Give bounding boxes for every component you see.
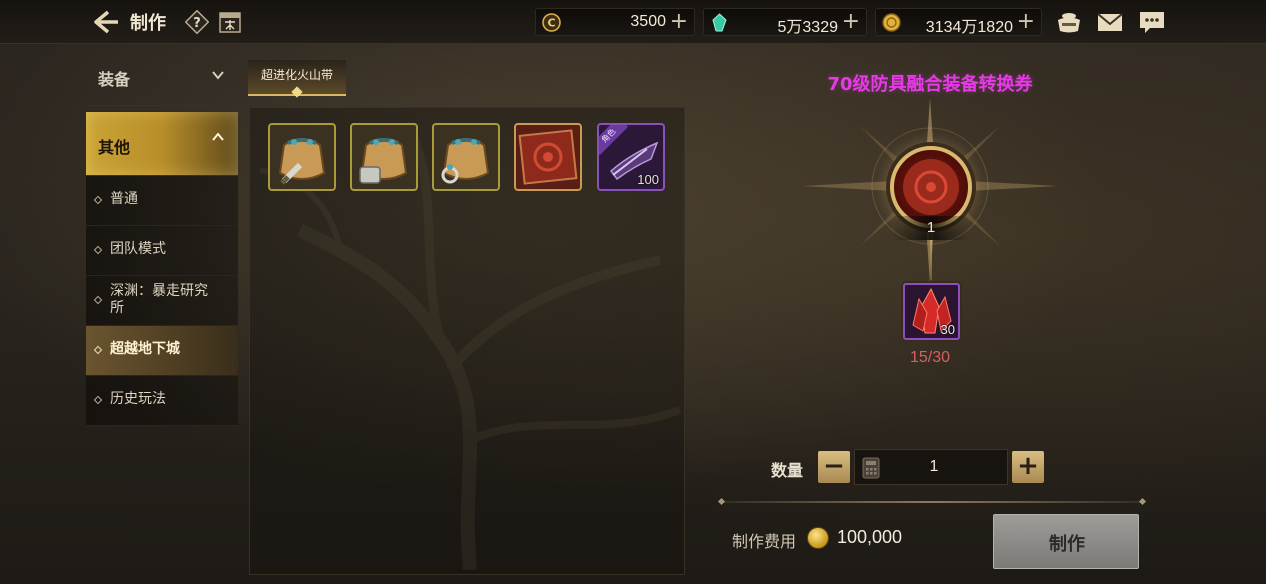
- currency-gold: 3134万1820 +: [875, 8, 1042, 36]
- category-label: 装备: [98, 70, 131, 89]
- sidebar-item-abyss-lab[interactable]: 深渊：暴走研究所: [86, 276, 238, 326]
- sidebar-item-label: 超越地下城: [110, 341, 180, 357]
- currency-crystal: 5万3329 +: [703, 8, 867, 36]
- craftable-item-grid: 角色 100: [249, 107, 685, 575]
- red-voucher-scroll-icon: [903, 159, 959, 215]
- currency-value: 3134万1820: [925, 19, 1013, 36]
- help-icon[interactable]: ?: [185, 10, 209, 34]
- item-slot-voucher[interactable]: [514, 123, 582, 191]
- tab-label: 超进化火山带: [260, 68, 333, 82]
- currency-value: 5万3329: [777, 19, 839, 36]
- category-other[interactable]: 其他: [86, 112, 238, 176]
- quantity-decrease-button[interactable]: −: [818, 451, 850, 483]
- red-voucher-scroll-icon: [518, 129, 578, 185]
- craft-button-label: 制作: [1049, 534, 1085, 555]
- treasure-bag-ring-icon: [441, 138, 490, 184]
- quantity-label: 数量: [771, 461, 804, 480]
- selected-item-title: 70级防具融合装备转换券: [827, 74, 1033, 95]
- recipe-connector-line: [930, 240, 932, 280]
- currency-value: 3500: [630, 13, 666, 30]
- craft-cost-value: 100,000: [837, 527, 903, 547]
- pot-icon[interactable]: [1055, 9, 1083, 35]
- gold-coin-icon: [807, 527, 829, 549]
- diamond-bullet-icon: [93, 395, 103, 405]
- gold-coin-icon: [882, 13, 901, 32]
- item-slot-bag-ring[interactable]: [432, 123, 500, 191]
- category-equipment[interactable]: 装备: [86, 50, 238, 106]
- sidebar-item-label: 团队模式: [110, 241, 166, 257]
- diamond-bullet-icon: [93, 345, 103, 355]
- add-ceras-button[interactable]: +: [670, 9, 688, 35]
- item-slot-bag-armor[interactable]: [350, 123, 418, 191]
- material-quantity: 30: [940, 322, 955, 337]
- mail-icon[interactable]: [1096, 9, 1124, 35]
- minus-icon: −: [823, 451, 845, 481]
- sidebar-item-raid-mode[interactable]: 团队模式: [86, 226, 238, 276]
- craft-button[interactable]: 制作: [993, 514, 1139, 569]
- output-count: 1: [926, 219, 936, 236]
- svg-text:C: C: [547, 17, 555, 30]
- plus-icon: +: [1017, 451, 1039, 481]
- sidebar-item-label: 深渊：暴走研究所: [110, 283, 208, 316]
- divider-end-ornament: [717, 497, 726, 506]
- material-progress: 15/30: [909, 349, 951, 366]
- divider-end-ornament: [1138, 497, 1147, 506]
- quantity-input[interactable]: 1: [854, 449, 1008, 485]
- section-divider: [717, 497, 1147, 506]
- chevron-up-icon: [212, 132, 224, 141]
- craft-cost-label: 制作费用: [732, 532, 797, 551]
- sidebar-item-history-mode[interactable]: 历史玩法: [86, 376, 238, 426]
- category-label: 其他: [98, 138, 131, 157]
- item-quantity: 100: [637, 172, 659, 187]
- ceras-coin-icon: C: [542, 13, 561, 32]
- sidebar-item-label: 普通: [110, 191, 138, 207]
- diamond-bullet-icon: [93, 295, 103, 305]
- item-slot-gear[interactable]: 角色 100: [597, 123, 665, 191]
- chat-icon[interactable]: [1138, 9, 1166, 35]
- back-arrow-icon[interactable]: [92, 9, 120, 35]
- calculator-icon[interactable]: [862, 457, 880, 479]
- quantity-increase-button[interactable]: +: [1012, 451, 1044, 483]
- page-title: 制作: [130, 13, 166, 34]
- diamond-bullet-icon: [93, 195, 103, 205]
- item-slot-bag-sword[interactable]: [268, 123, 336, 191]
- add-gold-button[interactable]: +: [1017, 9, 1035, 35]
- svg-text:?: ?: [193, 16, 201, 31]
- tab-volcano-zone[interactable]: 超进化火山带: [248, 60, 346, 98]
- calendar-icon[interactable]: [218, 9, 242, 34]
- quantity-value: 1: [929, 458, 939, 475]
- tab-active-marker: [291, 86, 303, 98]
- top-bar: 制作 ? C 3500 + 5万3329 + 3134万1820 +: [0, 0, 1266, 44]
- currency-ceras: C 3500 +: [535, 8, 695, 36]
- category-sidebar: 装备 其他 普通 团队模式 深渊：暴走研究所 超越地下城 历史玩法: [86, 50, 238, 426]
- treasure-bag-armor-icon: [359, 138, 408, 184]
- sidebar-item-beyond-dungeon[interactable]: 超越地下城: [86, 326, 238, 376]
- treasure-bag-sword-icon: [278, 138, 326, 185]
- green-crystal-icon: [712, 13, 727, 32]
- diamond-bullet-icon: [93, 245, 103, 255]
- add-crystal-button[interactable]: +: [842, 9, 860, 35]
- material-slot[interactable]: 30: [903, 283, 960, 340]
- chevron-down-icon: [212, 71, 224, 80]
- sidebar-item-normal[interactable]: 普通: [86, 176, 238, 226]
- sidebar-item-label: 历史玩法: [110, 391, 166, 407]
